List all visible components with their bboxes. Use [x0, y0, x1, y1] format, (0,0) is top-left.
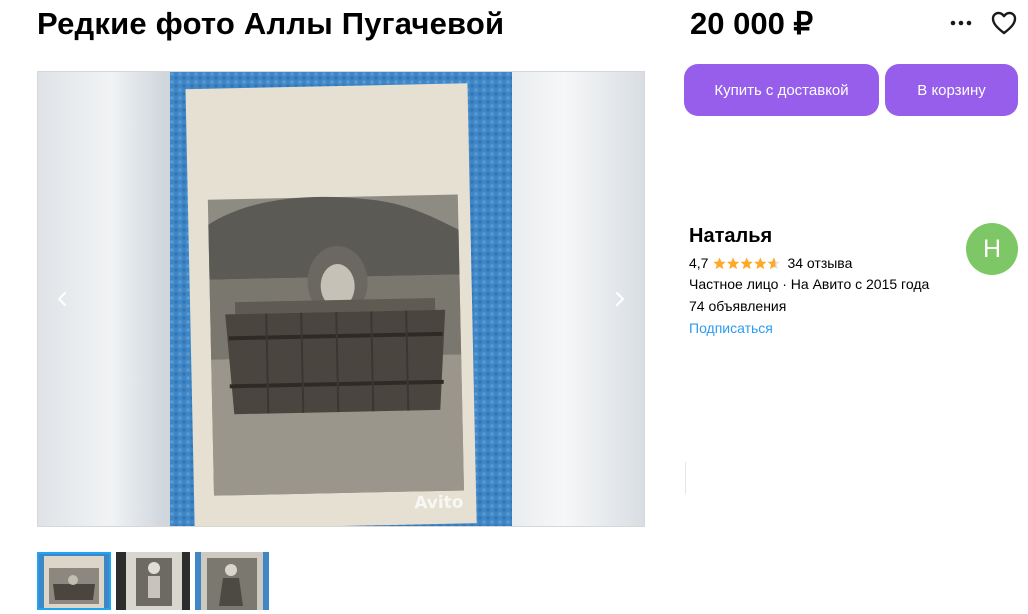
avito-watermark: Avito — [414, 492, 464, 513]
thumbnail-1[interactable] — [37, 552, 111, 610]
more-dots-icon — [950, 20, 972, 26]
seller-rating-row: 4,7 34 отзыва — [689, 255, 852, 271]
star-icon — [754, 257, 767, 269]
photo-gallery[interactable]: Avito — [37, 71, 645, 527]
seller-avatar[interactable]: Н — [966, 223, 1018, 275]
star-icon — [740, 257, 754, 269]
add-to-favorites-button[interactable] — [987, 6, 1021, 40]
seller-name[interactable]: Наталья — [689, 225, 772, 248]
star-icon — [727, 257, 740, 269]
thumbnail-3[interactable] — [195, 552, 269, 610]
heart-icon — [991, 11, 1017, 35]
chevron-right-icon — [616, 292, 624, 306]
rating-value: 4,7 — [689, 255, 709, 271]
thumbnail-image — [39, 554, 109, 608]
reviews-link[interactable]: 34 отзыва — [787, 255, 852, 271]
thumbnail-image — [116, 552, 190, 610]
thumbnail-image — [195, 552, 269, 610]
main-photo: Avito — [170, 72, 512, 526]
listing-price: 20 000 ₽ — [690, 6, 814, 41]
thumbnail-2[interactable] — [116, 552, 190, 610]
seller-ads-count[interactable]: 74 объявления — [689, 298, 786, 314]
rating-stars — [713, 257, 781, 270]
star-icon — [713, 257, 727, 269]
divider — [685, 462, 686, 494]
buy-with-delivery-button[interactable]: Купить с доставкой — [684, 64, 879, 116]
add-to-cart-button[interactable]: В корзину — [885, 64, 1018, 116]
more-options-button[interactable] — [944, 8, 978, 38]
listing-title: Редкие фото Аллы Пугачевой — [37, 6, 505, 41]
chevron-left-icon — [58, 292, 66, 306]
seller-type-and-since: Частное лицо · На Авито с 2015 года — [689, 276, 930, 292]
next-photo-button[interactable] — [607, 286, 633, 312]
subscribe-link[interactable]: Подписаться — [689, 320, 773, 336]
previous-photo-button[interactable] — [49, 286, 75, 312]
